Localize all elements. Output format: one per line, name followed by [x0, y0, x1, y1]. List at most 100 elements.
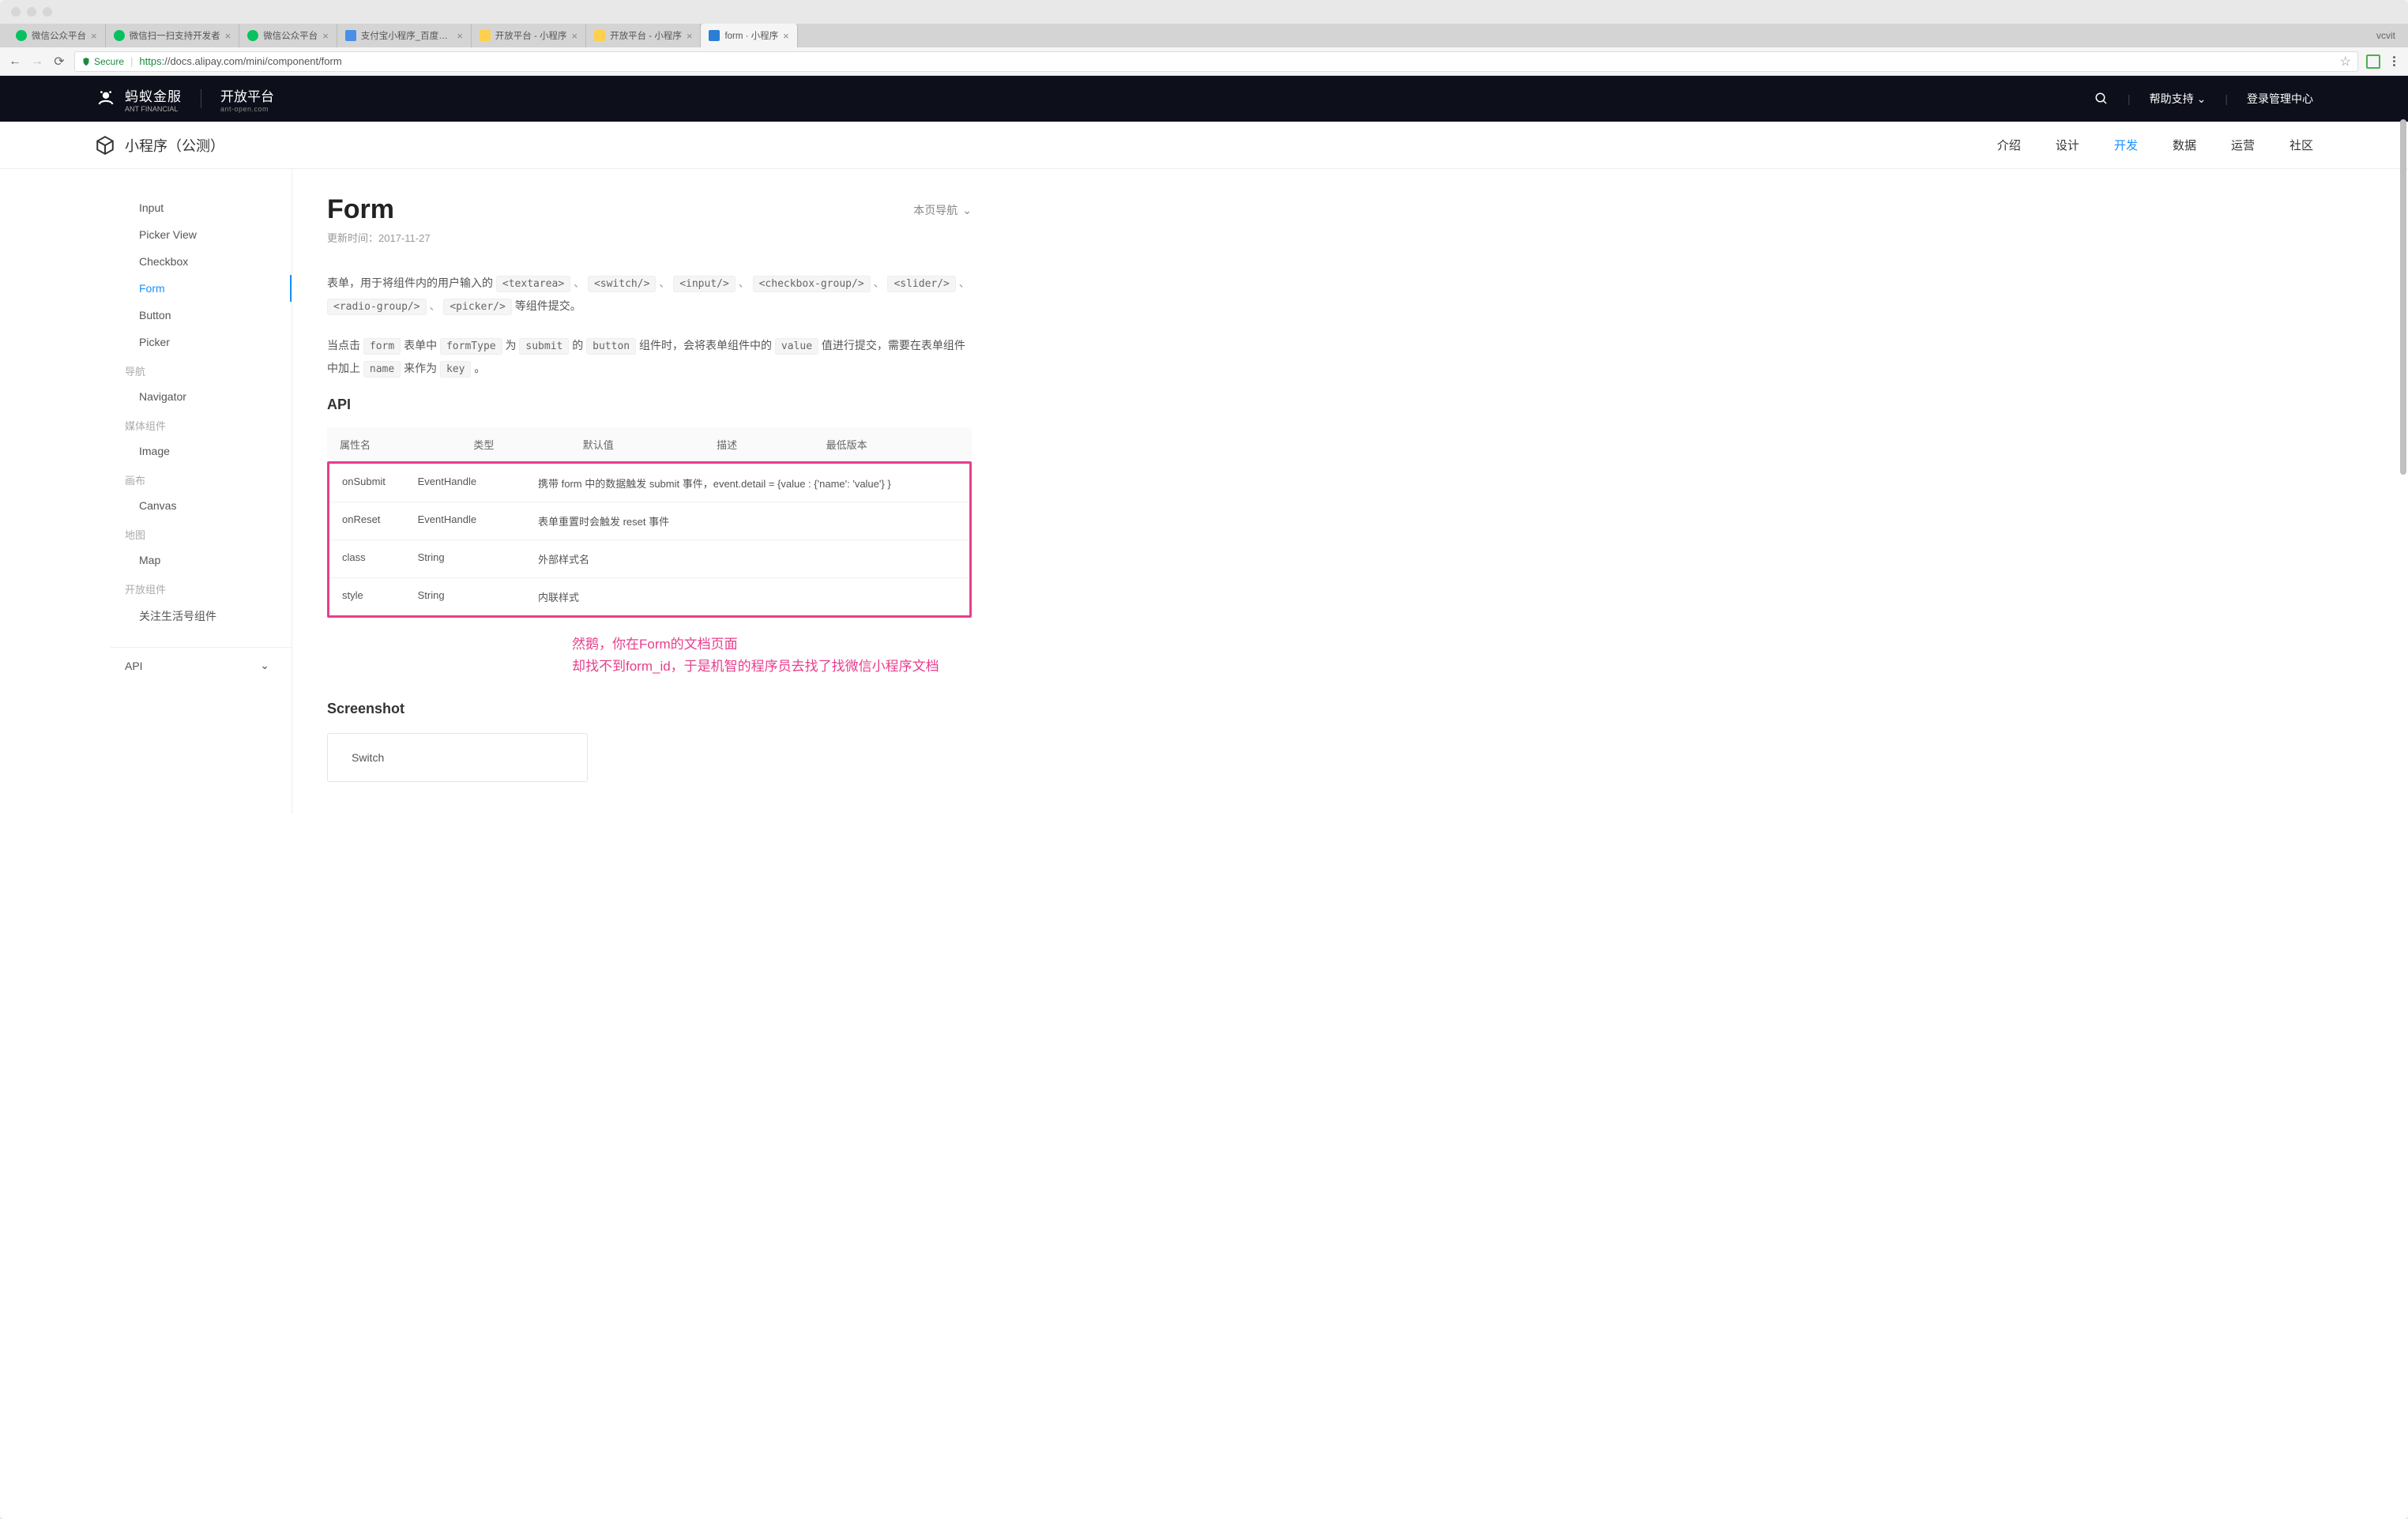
sidebar-item[interactable]: Picker	[111, 329, 292, 355]
browser-tab[interactable]: form · 小程序×	[701, 24, 797, 47]
subnav-item[interactable]: 运营	[2231, 137, 2255, 153]
chevron-down-icon: ⌄	[962, 204, 972, 217]
subnav-item[interactable]: 社区	[2289, 137, 2313, 153]
brand-sub: ANT FINANCIAL	[125, 105, 182, 113]
browser-tab[interactable]: 开放平台 - 小程序×	[472, 24, 586, 47]
site-topnav: 蚂蚁金服 ANT FINANCIAL 开放平台 ant-open.com | 帮…	[0, 76, 2408, 122]
sidebar-item[interactable]: Picker View	[111, 221, 292, 248]
sidebar-item[interactable]: Map	[111, 547, 292, 573]
tab-close-icon[interactable]: ×	[783, 30, 789, 42]
table-cell: String	[405, 540, 498, 577]
brand[interactable]: 蚂蚁金服 ANT FINANCIAL 开放平台 ant-open.com	[95, 85, 274, 113]
table-cell	[498, 464, 525, 502]
search-icon[interactable]	[2094, 92, 2109, 106]
help-link[interactable]: 帮助支持 ⌄	[2150, 91, 2207, 107]
browser-tab[interactable]: 微信扫一扫支持开发者 ×	[106, 24, 240, 47]
bookmark-star-icon[interactable]: ☆	[2340, 54, 2351, 70]
table-header-cell: 属性名	[327, 427, 461, 461]
table-cell: EventHandle	[405, 464, 498, 502]
address-bar[interactable]: Secure | https://docs.alipay.com/mini/co…	[74, 51, 2358, 72]
code-chip: <textarea>	[496, 276, 570, 292]
table-cell: 外部样式名	[525, 540, 942, 577]
tab-favicon-icon	[594, 30, 605, 41]
page-viewport: 蚂蚁金服 ANT FINANCIAL 开放平台 ant-open.com | 帮…	[0, 76, 2408, 1519]
code-chip: <slider/>	[887, 276, 955, 292]
browser-tab[interactable]: 开放平台 - 小程序 ×	[586, 24, 701, 47]
subnav-item[interactable]: 设计	[2056, 137, 2079, 153]
code-chip: <checkbox-group/>	[753, 276, 871, 292]
table-header-cell: 类型	[461, 427, 570, 461]
table-cell: style	[329, 577, 405, 615]
screenshot-preview-switch: Switch	[327, 733, 588, 782]
sidebar-group-label: 媒体组件	[111, 410, 292, 438]
tab-favicon-icon	[709, 30, 720, 41]
sidebar-item[interactable]: Canvas	[111, 492, 292, 519]
traffic-lights	[11, 7, 52, 17]
tab-close-icon[interactable]: ×	[91, 30, 97, 42]
browser-tab[interactable]: 微信公众平台 ×	[8, 24, 106, 47]
table-cell	[498, 577, 525, 615]
tab-favicon-icon	[247, 30, 258, 41]
sidebar-group-label: 地图	[111, 519, 292, 547]
zoom-window-icon[interactable]	[43, 7, 52, 17]
brand-open-sub: ant-open.com	[220, 105, 274, 113]
sidebar-item[interactable]: Navigator	[111, 383, 292, 410]
tab-title: 微信公众平台	[32, 29, 86, 42]
sidebar-item[interactable]: Form	[111, 275, 292, 302]
code-chip: <input/>	[673, 276, 736, 292]
window-titlebar	[0, 0, 2408, 24]
brand-name: 蚂蚁金服	[125, 89, 182, 104]
table-header-cell: 最低版本	[814, 427, 972, 461]
table-cell	[942, 502, 969, 540]
page-nav-toggle[interactable]: 本页导航 ⌄	[913, 202, 972, 218]
browser-tab[interactable]: 微信公众平台 ×	[239, 24, 337, 47]
tab-favicon-icon	[480, 30, 491, 41]
subnav-item[interactable]: 介绍	[1997, 137, 2021, 153]
table-row: styleString内联样式	[329, 577, 969, 615]
sidebar-item[interactable]: Image	[111, 438, 292, 464]
table-cell	[498, 540, 525, 577]
subnav-item[interactable]: 数据	[2173, 137, 2196, 153]
page-scrollbar-track[interactable]	[2400, 119, 2406, 1519]
browser-profile[interactable]: vcvit	[2364, 24, 2408, 47]
sidebar-item[interactable]: Checkbox	[111, 248, 292, 275]
minimize-window-icon[interactable]	[27, 7, 36, 17]
subnav-items: 介绍 设计 开发 数据 运营 社区	[1997, 137, 2313, 153]
tab-close-icon[interactable]: ×	[322, 30, 329, 42]
reload-button[interactable]: ⟳	[52, 55, 66, 69]
table-cell: onSubmit	[329, 464, 405, 502]
tab-close-icon[interactable]: ×	[687, 30, 693, 42]
table-row: onSubmitEventHandle携带 form 中的数据触发 submit…	[329, 464, 969, 502]
sidebar-item[interactable]: 关注生活号组件	[111, 601, 292, 631]
browser-menu-icon[interactable]	[2388, 56, 2400, 66]
tab-title: 微信扫一扫支持开发者	[130, 29, 220, 42]
browser-tab[interactable]: 支付宝小程序_百度搜索×	[337, 24, 472, 47]
sidebar-api-toggle[interactable]: API⌄	[111, 647, 292, 683]
tab-close-icon[interactable]: ×	[225, 30, 231, 42]
chevron-down-icon: ⌄	[260, 659, 269, 672]
subnav-item[interactable]: 开发	[2114, 137, 2138, 153]
tab-title: 开放平台 - 小程序	[610, 29, 682, 42]
content: Form 本页导航 ⌄ 更新时间：2017-11-27 表单，用于将组件内的用户…	[292, 169, 1019, 814]
browser-toolbar: ← → ⟳ Secure | https://docs.alipay.com/m…	[0, 47, 2408, 76]
screenshot-heading: Screenshot	[327, 701, 972, 717]
tab-close-icon[interactable]: ×	[457, 30, 463, 42]
sidebar-item[interactable]: Input	[111, 194, 292, 221]
tab-close-icon[interactable]: ×	[572, 30, 578, 42]
product-title: 小程序（公测）	[95, 135, 224, 156]
back-button[interactable]: ←	[8, 55, 22, 69]
sidebar: InputPicker ViewCheckboxFormButtonPicker…	[111, 169, 292, 814]
sidebar-item[interactable]: Button	[111, 302, 292, 329]
close-window-icon[interactable]	[11, 7, 21, 17]
page-scrollbar-thumb[interactable]	[2400, 119, 2406, 475]
table-cell: EventHandle	[405, 502, 498, 540]
annotation-text: 然鹅，你在Form的文档页面 却找不到form_id，于是机智的程序员去找了找微…	[572, 634, 972, 679]
forward-button[interactable]: →	[30, 55, 44, 69]
login-link[interactable]: 登录管理中心	[2247, 91, 2313, 107]
main-wrap: InputPicker ViewCheckboxFormButtonPicker…	[0, 169, 2408, 814]
tab-favicon-icon	[345, 30, 356, 41]
sidebar-group-label: 画布	[111, 464, 292, 492]
description-paragraph-2: 当点击 form 表单中 formType 为 submit 的 button …	[327, 334, 972, 381]
extension-icon[interactable]	[2366, 55, 2380, 69]
tab-title: 微信公众平台	[263, 29, 318, 42]
